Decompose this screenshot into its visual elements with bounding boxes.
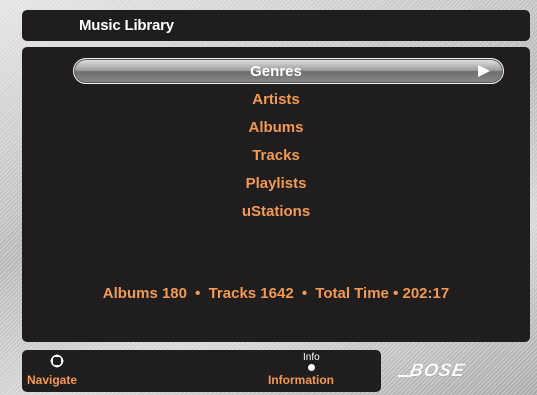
menu-item-genres[interactable]: Genres	[22, 57, 530, 85]
total-time: Total Time • 202:17	[315, 285, 450, 302]
dpad-icon	[50, 354, 64, 368]
menu-item-playlists[interactable]: Playlists	[22, 169, 530, 197]
info-button-icon	[308, 364, 315, 371]
menu-item-ustations[interactable]: uStations	[22, 197, 530, 225]
separator: •	[195, 285, 201, 302]
menu-item-label: Tracks	[252, 146, 300, 164]
menu-item-label: Artists	[252, 90, 300, 108]
main-panel: Genres Artists Albums Tracks Playlists u…	[22, 47, 530, 342]
library-menu: Genres Artists Albums Tracks Playlists u…	[22, 57, 530, 225]
page-title: Music Library	[79, 17, 174, 34]
menu-item-label: Albums	[248, 118, 304, 136]
title-bar: Music Library	[22, 10, 530, 41]
navigate-label[interactable]: Navigate	[27, 373, 77, 387]
menu-item-artists[interactable]: Artists	[22, 85, 530, 113]
information-label[interactable]: Information	[268, 373, 334, 387]
arrow-right-icon	[478, 65, 490, 77]
footer-bar: Navigate Info Information	[22, 350, 381, 392]
menu-item-label: uStations	[241, 202, 311, 220]
bose-logo: BOSE	[407, 360, 468, 380]
library-summary: Albums 180 • Tracks 1642 • Total Time • …	[22, 285, 530, 302]
menu-item-tracks[interactable]: Tracks	[22, 141, 530, 169]
separator: •	[301, 285, 308, 302]
menu-item-label: Playlists	[245, 174, 307, 192]
menu-item-label: Genres	[250, 62, 302, 80]
albums-count: Albums 180	[102, 285, 187, 302]
info-button-label: Info	[303, 352, 320, 363]
tracks-count: Tracks 1642	[208, 285, 294, 302]
menu-item-albums[interactable]: Albums	[22, 113, 530, 141]
